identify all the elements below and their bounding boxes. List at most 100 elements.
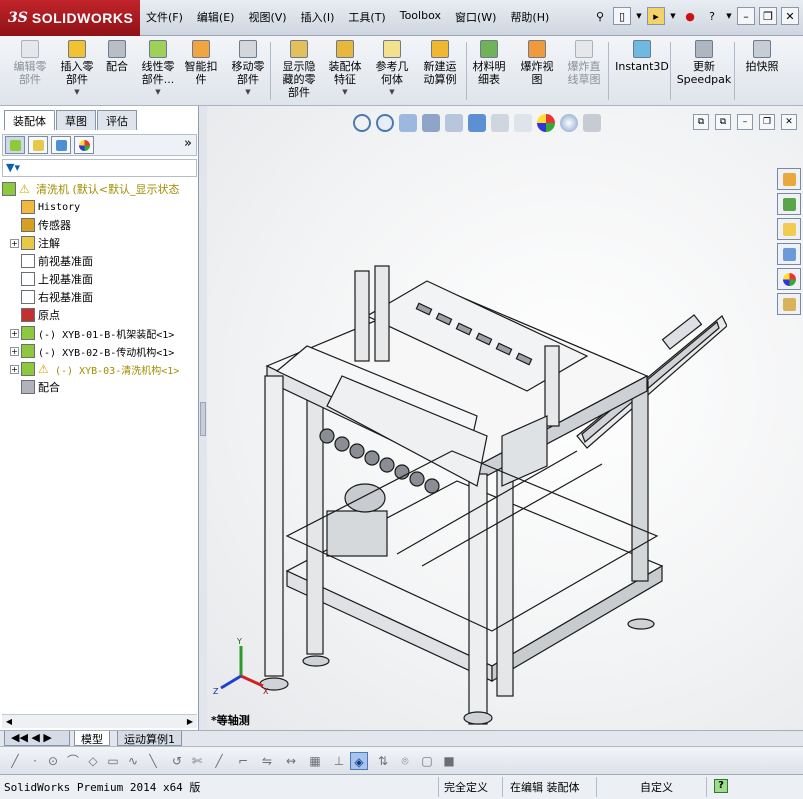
toolbar-button-9[interactable]: 新建运 动算例 [418, 40, 462, 86]
toolbar-button-5[interactable]: 移动零 部件 ▼ [226, 40, 270, 99]
quick-tips-help-icon[interactable]: ? [714, 779, 728, 793]
axis-icon[interactable]: ⇅ [374, 752, 392, 770]
view-palette-icon[interactable] [777, 243, 801, 265]
linear-pattern-icon[interactable]: ▦ [306, 752, 324, 770]
splitter-grip[interactable] [200, 402, 206, 436]
menu-item-1[interactable]: 编辑(E) [197, 9, 235, 25]
doc-minimize-button[interactable]: – [737, 114, 753, 130]
convert-entities-icon[interactable]: ╱ [210, 752, 228, 770]
circle-icon[interactable]: ⊙ [44, 752, 62, 770]
view-orientation-icon[interactable] [468, 114, 486, 132]
toolbar-button-6[interactable]: 显示隐 藏的零 部件 [276, 40, 322, 99]
chevron-down-icon[interactable]: ▼ [635, 7, 643, 25]
polygon-icon[interactable]: ◇ [84, 752, 102, 770]
section-view-icon[interactable] [422, 114, 440, 132]
edit-appearance-icon[interactable] [537, 114, 555, 132]
shaded-view-icon[interactable]: ■ [440, 752, 458, 770]
menu-item-6[interactable]: 窗口(W) [455, 9, 496, 25]
view-settings-icon[interactable] [583, 114, 601, 132]
previous-view-icon[interactable] [399, 114, 417, 132]
tree-node[interactable]: 原点 [2, 306, 197, 324]
expand-node-icon[interactable]: + [10, 364, 19, 374]
tab-model[interactable]: 模型 [74, 731, 110, 746]
line-icon[interactable]: ╱ [6, 752, 24, 770]
tree-node[interactable]: History [2, 198, 197, 216]
tab-scroll-arrows[interactable]: ◀◀ ◀ ▶ ▶▶ [4, 731, 70, 757]
toolbar-button-0[interactable]: 编辑零 部件 [6, 40, 54, 86]
mirror-icon[interactable]: ⇋ [258, 752, 276, 770]
toolbar-button-7[interactable]: 装配体 特征 ▼ [324, 40, 366, 99]
apply-scene-icon[interactable] [560, 114, 578, 132]
menu-item-0[interactable]: 文件(F) [146, 9, 183, 25]
panel-splitter[interactable] [199, 106, 207, 730]
pin-icon[interactable]: ⚲ [591, 7, 609, 25]
file-explorer-icon[interactable] [777, 218, 801, 240]
tile-left-button[interactable]: ⧉ [693, 114, 709, 130]
toolbar-button-12[interactable]: 爆炸直 线草图 [562, 40, 606, 86]
toolbar-button-1[interactable]: 插入零 部件 ▼ [56, 40, 98, 99]
tree-node[interactable]: + (-) XYB-01-B-机架装配<1> [2, 324, 197, 342]
assembly-model[interactable] [247, 236, 727, 726]
wireframe-view-icon[interactable]: ▢ [418, 752, 436, 770]
menu-item-3[interactable]: 插入(I) [301, 9, 335, 25]
tree-filter[interactable]: ▼▾ [2, 159, 197, 177]
camera-icon[interactable]: ⌾ [396, 752, 414, 770]
dynamic-annotation-icon[interactable] [445, 114, 463, 132]
centerline-icon[interactable]: ╲ [144, 752, 162, 770]
tree-node[interactable]: 配合 [2, 378, 197, 396]
status-units[interactable]: 自定义 [640, 779, 673, 795]
tree-root-node[interactable]: ⚠ 清洗机 (默认<默认_显示状态 [2, 180, 197, 198]
expand-node-icon[interactable]: + [10, 238, 19, 248]
tab-0[interactable]: 装配体 [4, 110, 55, 130]
chevron-down-icon[interactable]: ▼ [669, 7, 677, 25]
doc-close-button[interactable]: ✕ [781, 114, 797, 130]
display-manager-tab-icon[interactable] [74, 136, 94, 154]
tree-horizontal-scrollbar[interactable]: ◀ ▶ [2, 714, 197, 728]
tile-right-button[interactable]: ⧉ [715, 114, 731, 130]
restore-window-button[interactable]: ❐ [759, 7, 777, 25]
minimize-window-button[interactable]: – [737, 7, 755, 25]
toolbar-button-2[interactable]: 配合 [100, 40, 134, 73]
configuration-manager-tab-icon[interactable] [51, 136, 71, 154]
tab-motion-study[interactable]: 运动算例1 [117, 731, 182, 746]
design-library-icon[interactable] [777, 193, 801, 215]
trim-icon[interactable]: ✄ [188, 752, 206, 770]
menu-item-5[interactable]: Toolbox [400, 9, 441, 25]
expand-node-icon[interactable]: + [10, 346, 19, 356]
menu-item-2[interactable]: 视图(V) [248, 9, 286, 25]
tree-node[interactable]: + ⚠ (-) XYB-03-清洗机构<1> [2, 360, 197, 378]
tree-node[interactable]: + 注解 [2, 234, 197, 252]
help-icon[interactable]: ? [703, 7, 721, 25]
tree-node[interactable]: 传感器 [2, 216, 197, 234]
menu-item-7[interactable]: 帮助(H) [510, 9, 549, 25]
zoom-to-fit-icon[interactable] [353, 114, 371, 132]
toolbar-button-10[interactable]: 材料明 细表 [468, 40, 510, 86]
graphics-area[interactable]: ⧉ ⧉ – ❐ ✕ Y X Z *等轴测 [207, 106, 803, 730]
rectangle-icon[interactable]: ▭ [104, 752, 122, 770]
custom-properties-icon[interactable] [777, 293, 801, 315]
fillet-icon[interactable]: ↺ [168, 752, 186, 770]
tab-1[interactable]: 草图 [56, 110, 96, 130]
menu-item-4[interactable]: 工具(T) [348, 9, 385, 25]
chevron-down-icon[interactable]: ▼ [56, 86, 98, 99]
solidworks-logo[interactable]: 3S SOLIDWORKS [0, 0, 140, 36]
tree-node[interactable]: 前视基准面 [2, 252, 197, 270]
tree-node[interactable]: 上视基准面 [2, 270, 197, 288]
property-manager-tab-icon[interactable] [28, 136, 48, 154]
chevron-down-icon[interactable]: ▼ [226, 86, 270, 99]
new-document-icon[interactable]: ▯ [613, 7, 631, 25]
hide-show-items-icon[interactable] [514, 114, 532, 132]
zoom-to-area-icon[interactable] [376, 114, 394, 132]
scroll-left-icon[interactable]: ◀ [2, 715, 16, 729]
chevron-down-icon[interactable]: ▼ [725, 7, 733, 25]
toolbar-button-3[interactable]: 线性零 部件... ▼ [138, 40, 178, 99]
chevron-down-icon[interactable]: ▼ [138, 86, 178, 99]
3d-view-icon[interactable]: ◈ [350, 752, 368, 770]
toolbar-button-11[interactable]: 爆炸视 图 [516, 40, 558, 86]
arc-icon[interactable]: ⌒ [64, 752, 82, 770]
open-folder-icon[interactable]: ▸ [647, 7, 665, 25]
dimension-icon[interactable]: ↔ [282, 752, 300, 770]
toolbar-button-14[interactable]: 更新 Speedpak [676, 40, 732, 86]
display-style-icon[interactable] [491, 114, 509, 132]
appearances-scenes-icon[interactable] [777, 268, 801, 290]
